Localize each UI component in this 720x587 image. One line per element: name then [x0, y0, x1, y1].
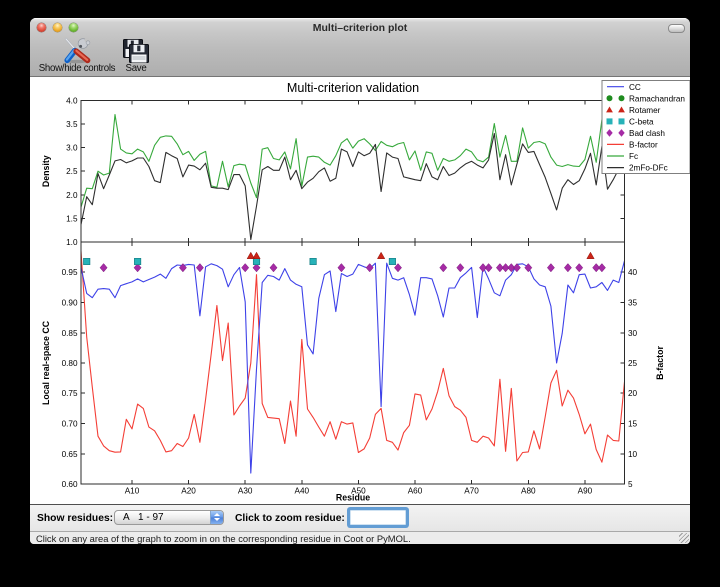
svg-text:A10: A10 [125, 487, 140, 496]
svg-text:0.60: 0.60 [62, 480, 78, 489]
svg-text:1.0: 1.0 [66, 238, 78, 247]
svg-text:0.65: 0.65 [62, 450, 78, 459]
svg-text:A60: A60 [408, 487, 423, 496]
svg-text:Density: Density [41, 155, 51, 187]
svg-text:Bad clash: Bad clash [629, 129, 665, 138]
svg-text:30: 30 [628, 329, 638, 338]
svg-text:Fc: Fc [629, 152, 638, 161]
svg-text:0.80: 0.80 [62, 359, 78, 368]
svg-text:1.5: 1.5 [66, 214, 78, 223]
svg-text:2.0: 2.0 [66, 191, 78, 200]
svg-text:A90: A90 [578, 487, 593, 496]
svg-text:A70: A70 [464, 487, 479, 496]
svg-text:2mFo-DFc: 2mFo-DFc [629, 164, 668, 173]
svg-text:15: 15 [628, 420, 638, 429]
svg-text:A40: A40 [295, 487, 310, 496]
svg-text:3.0: 3.0 [66, 144, 78, 153]
svg-text:A20: A20 [181, 487, 196, 496]
svg-text:4.0: 4.0 [66, 97, 78, 106]
svg-text:B-factor: B-factor [629, 141, 658, 150]
svg-text:0.85: 0.85 [62, 329, 78, 338]
svg-text:A80: A80 [521, 487, 536, 496]
svg-text:0.75: 0.75 [62, 389, 78, 398]
svg-text:C-beta: C-beta [629, 118, 654, 127]
svg-text:B-factor: B-factor [655, 346, 665, 380]
svg-text:Residue: Residue [336, 493, 370, 503]
svg-text:CC: CC [629, 83, 641, 92]
svg-text:25: 25 [628, 359, 638, 368]
svg-text:0.95: 0.95 [62, 268, 78, 277]
svg-text:0.70: 0.70 [62, 420, 78, 429]
svg-text:Rotamer: Rotamer [629, 106, 661, 115]
svg-text:3.5: 3.5 [66, 120, 78, 129]
svg-text:2.5: 2.5 [66, 167, 78, 176]
svg-text:10: 10 [628, 450, 638, 459]
svg-text:20: 20 [628, 389, 638, 398]
svg-text:0.90: 0.90 [62, 299, 78, 308]
svg-text:Multi-criterion validation: Multi-criterion validation [287, 81, 419, 95]
svg-text:Ramachandran: Ramachandran [629, 94, 685, 103]
svg-text:40: 40 [628, 268, 638, 277]
svg-text:5: 5 [628, 480, 633, 489]
svg-text:35: 35 [628, 299, 638, 308]
svg-text:A30: A30 [238, 487, 253, 496]
svg-text:Local real-space CC: Local real-space CC [41, 320, 51, 405]
